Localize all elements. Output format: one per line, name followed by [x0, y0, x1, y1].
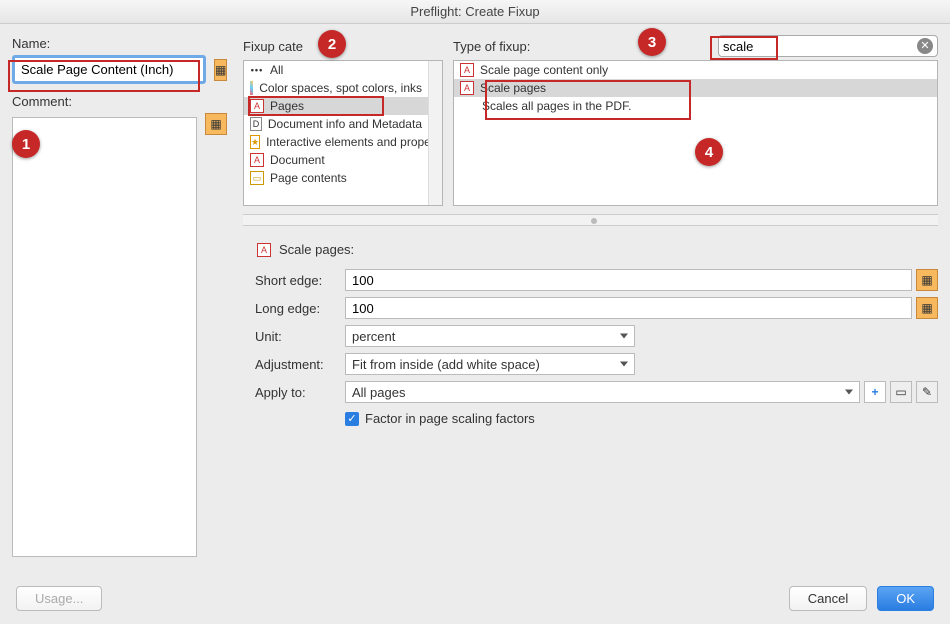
short-edge-var-button[interactable]: ▦: [916, 269, 938, 291]
adjustment-select[interactable]: Fit from inside (add white space): [345, 353, 635, 375]
usage-button[interactable]: Usage...: [16, 586, 102, 611]
calendar-icon: ▦: [210, 117, 221, 131]
long-edge-label: Long edge:: [255, 301, 345, 316]
category-item[interactable]: ••• All: [244, 61, 428, 79]
category-label: Fixup cate: [243, 39, 303, 54]
category-item[interactable]: D Document info and Metadata: [244, 115, 428, 133]
category-item[interactable]: A Pages: [244, 97, 428, 115]
fixup-type-item[interactable]: A Scale pages: [454, 79, 937, 97]
category-item-label: Interactive elements and proper: [266, 135, 428, 149]
clear-search-icon[interactable]: ✕: [917, 38, 933, 54]
category-item-label: Pages: [270, 99, 304, 113]
calendar-icon: ▦: [921, 301, 932, 315]
pdf-icon: A: [250, 153, 264, 167]
search-field[interactable]: ✕: [718, 35, 938, 57]
doc-icon: D: [250, 117, 262, 131]
category-item[interactable]: ▭ Page contents: [244, 169, 428, 187]
duplicate-button[interactable]: ▭: [890, 381, 912, 403]
left-column: Name: ▦ Comment: ▦: [12, 36, 227, 568]
grip-icon: [591, 218, 597, 224]
search-input[interactable]: [723, 39, 917, 54]
fixup-type-label: Type of fixup:: [453, 39, 530, 54]
short-edge-input[interactable]: [345, 269, 912, 291]
calendar-icon: ▦: [921, 273, 932, 287]
splitter[interactable]: [243, 214, 938, 226]
fixup-type-item-label: Scale pages: [480, 81, 546, 95]
copy-icon: ▭: [895, 385, 906, 399]
factor-label: Factor in page scaling factors: [365, 411, 535, 426]
pencil-icon: ✎: [922, 385, 932, 399]
long-edge-input[interactable]: [345, 297, 912, 319]
window-title: Preflight: Create Fixup: [0, 0, 950, 24]
category-item-label: Page contents: [270, 171, 347, 185]
int-icon: ★: [250, 135, 260, 149]
apply-to-label: Apply to:: [255, 385, 345, 400]
name-var-button[interactable]: ▦: [214, 59, 227, 81]
pdf-icon: A: [460, 63, 474, 77]
dialog-body: Name: ▦ Comment: ▦ Fixup cate ••• All Colo…: [0, 24, 950, 580]
comment-textarea[interactable]: [12, 117, 197, 557]
factor-checkbox[interactable]: ✓: [345, 412, 359, 426]
category-item-label: Color spaces, spot colors, inks: [259, 81, 422, 95]
category-list[interactable]: ••• All Color spaces, spot colors, inks A Pa…: [243, 60, 443, 206]
options-section: A Scale pages: Short edge: ▦ Long edge: …: [243, 238, 938, 426]
category-item[interactable]: Color spaces, spot colors, inks: [244, 79, 428, 97]
callout-3: 3: [638, 28, 666, 56]
button-bar: Usage... Cancel OK: [0, 580, 950, 617]
dots-icon: •••: [250, 63, 264, 77]
edit-button[interactable]: ✎: [916, 381, 938, 403]
category-item[interactable]: A Document: [244, 151, 428, 169]
fixup-type-panel: Type of fixup: ✕ A Scale page content onl…: [453, 36, 938, 206]
color-icon: [250, 81, 253, 95]
comment-label: Comment:: [12, 94, 227, 109]
callout-1: 1: [12, 130, 40, 158]
add-button[interactable]: +: [864, 381, 886, 403]
apply-to-select[interactable]: All pages: [345, 381, 860, 403]
unit-select[interactable]: percent: [345, 325, 635, 347]
fixup-type-item-label: Scale page content only: [480, 63, 608, 77]
long-edge-var-button[interactable]: ▦: [916, 297, 938, 319]
unit-label: Unit:: [255, 329, 345, 344]
category-item-label: Document: [270, 153, 325, 167]
pdf-icon: A: [250, 99, 264, 113]
ok-button[interactable]: OK: [877, 586, 934, 611]
name-input[interactable]: [12, 55, 206, 84]
fixup-type-description: Scales all pages in the PDF.: [454, 97, 937, 115]
fixup-type-item[interactable]: A Scale page content only: [454, 61, 937, 79]
fixup-type-list[interactable]: A Scale page content only A Scale pages Scal…: [453, 60, 938, 206]
category-item[interactable]: ★ Interactive elements and proper: [244, 133, 428, 151]
category-panel: Fixup cate ••• All Color spaces, spot colo…: [243, 36, 443, 206]
pdf-icon: A: [257, 243, 271, 257]
callout-4: 4: [695, 138, 723, 166]
pdf-icon: A: [460, 81, 474, 95]
comment-var-button[interactable]: ▦: [205, 113, 227, 135]
cancel-button[interactable]: Cancel: [789, 586, 867, 611]
cont-icon: ▭: [250, 171, 264, 185]
short-edge-label: Short edge:: [255, 273, 345, 288]
section-title: Scale pages:: [279, 242, 354, 257]
right-area: Fixup cate ••• All Color spaces, spot colo…: [243, 36, 938, 568]
category-item-label: All: [270, 63, 283, 77]
category-item-label: Document info and Metadata: [268, 117, 422, 131]
scrollbar[interactable]: [428, 61, 442, 205]
name-label: Name:: [12, 36, 227, 51]
adjustment-label: Adjustment:: [255, 357, 345, 372]
plus-icon: +: [871, 385, 878, 399]
callout-2: 2: [318, 30, 346, 58]
calendar-icon: ▦: [215, 63, 226, 77]
